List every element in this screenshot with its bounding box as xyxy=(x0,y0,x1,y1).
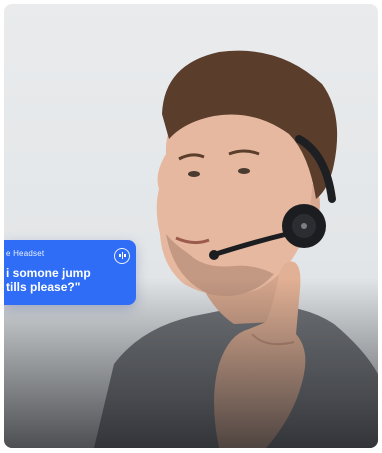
bubble-quote-text: i somone jump tills please?" xyxy=(6,266,91,294)
voice-wave-icon xyxy=(114,248,130,264)
bubble-label: e Headset xyxy=(6,249,45,258)
hero-image-card: e Headset i somone jump tills please?" xyxy=(4,4,378,448)
man-with-headset-photo xyxy=(94,50,378,448)
speech-bubble: e Headset i somone jump tills please?" xyxy=(4,240,136,305)
